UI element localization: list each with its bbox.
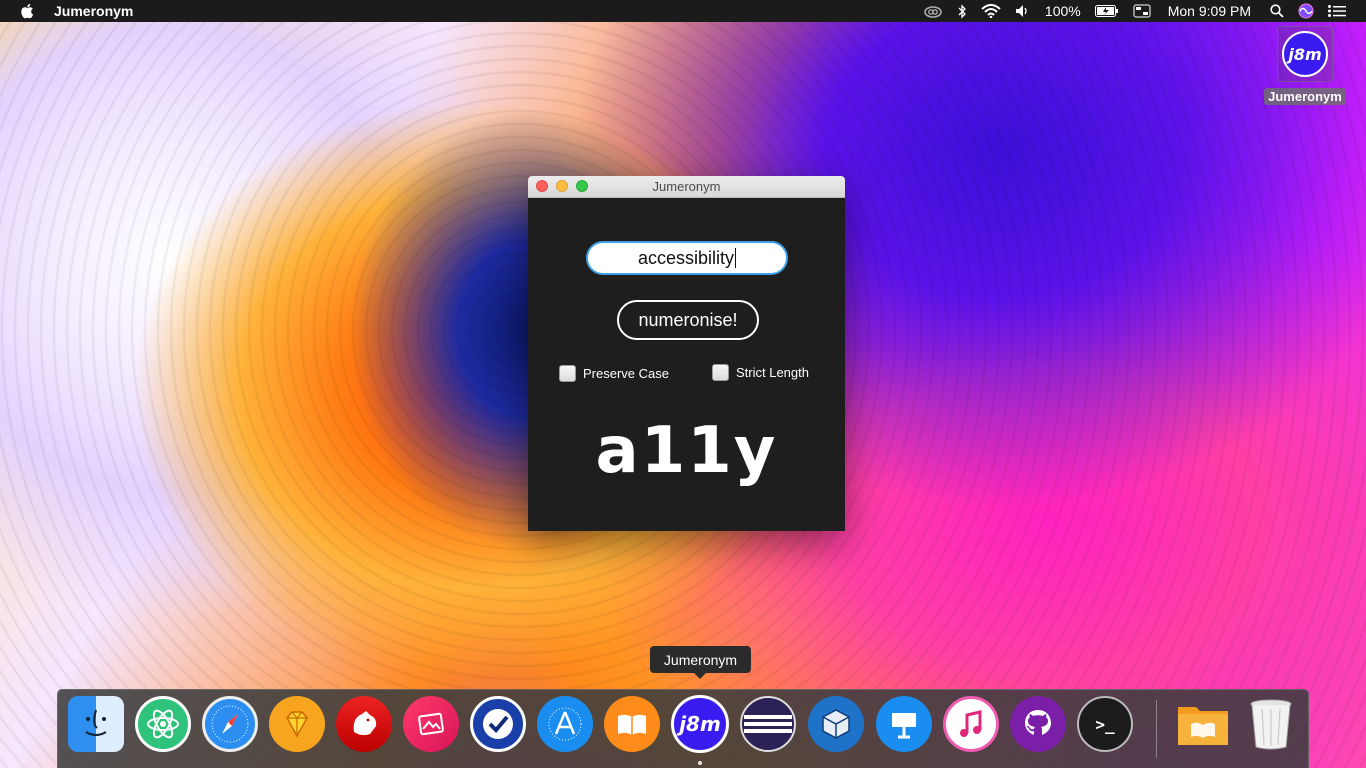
- creative-cloud-icon[interactable]: [923, 4, 943, 18]
- dock-jumeronym[interactable]: j8m: [671, 695, 729, 753]
- strict-length-label: Strict Length: [736, 365, 809, 380]
- battery-percent[interactable]: 100%: [1045, 3, 1081, 19]
- dock-keynote[interactable]: [876, 696, 932, 752]
- sketch-diamond-icon: [286, 711, 308, 738]
- notification-center-icon[interactable]: [1328, 5, 1346, 17]
- folder-icon: [1178, 707, 1228, 745]
- numeronise-button[interactable]: numeronise!: [617, 300, 759, 340]
- checkmark-circle-icon: [483, 709, 513, 739]
- menu-bar: Jumeronym 100% Mon 9:09 PM: [0, 0, 1366, 22]
- dock-app-store[interactable]: [537, 696, 593, 752]
- volume-icon[interactable]: [1015, 4, 1031, 18]
- cube-icon: [822, 709, 850, 739]
- app-menu-title[interactable]: Jumeronym: [54, 3, 133, 19]
- wifi-icon[interactable]: [981, 4, 1001, 18]
- apple-icon[interactable]: [20, 3, 36, 19]
- dock-trash[interactable]: [1243, 696, 1299, 752]
- keyboard-shortcut-icon[interactable]: [1133, 4, 1151, 18]
- close-window-button[interactable]: [536, 180, 548, 192]
- minimize-window-button[interactable]: [556, 180, 568, 192]
- text-caret: [735, 248, 737, 268]
- preserve-case-checkbox-box[interactable]: [559, 365, 576, 382]
- word-input[interactable]: accessibility: [586, 241, 788, 275]
- preserve-case-checkbox[interactable]: Preserve Case: [559, 365, 669, 382]
- terminal-prompt-icon: >_: [1095, 714, 1115, 734]
- siri-icon[interactable]: [1298, 3, 1314, 19]
- dock-tooltip: Jumeronym: [650, 646, 751, 679]
- desktop-icon-jumeronym[interactable]: j8m Jumeronym: [1262, 26, 1348, 106]
- app-store-icon: [548, 707, 582, 741]
- running-indicator: [698, 761, 702, 765]
- desktop-icon-selection: j8m: [1277, 26, 1333, 82]
- dock-itunes[interactable]: [943, 696, 999, 752]
- dock-separator: [1156, 700, 1157, 758]
- finder-icon: [85, 709, 107, 736]
- github-octocat-icon: [1025, 710, 1051, 735]
- trash-icon: [1250, 699, 1292, 750]
- word-input-value: accessibility: [637, 247, 735, 268]
- dock-photo-editor[interactable]: [403, 696, 459, 752]
- dock-books[interactable]: [604, 696, 660, 752]
- battery-icon[interactable]: [1094, 5, 1119, 17]
- safari-compass-icon: [211, 705, 249, 743]
- zoom-window-button[interactable]: [576, 180, 588, 192]
- dock-sketch[interactable]: [269, 696, 325, 752]
- dock-github-desktop[interactable]: [1010, 696, 1066, 752]
- window-titlebar[interactable]: Jumeronym: [528, 176, 845, 198]
- photo-editor-icon: [418, 712, 444, 736]
- menu-clock[interactable]: Mon 9:09 PM: [1168, 3, 1251, 19]
- dock-bear[interactable]: [336, 696, 392, 752]
- spotlight-search-icon[interactable]: [1270, 4, 1284, 18]
- open-book-icon: [618, 714, 646, 735]
- dock-terminal[interactable]: >_: [1077, 696, 1133, 752]
- dock-eclipse[interactable]: [740, 696, 796, 752]
- dock: j8m >_: [57, 689, 1309, 768]
- preserve-case-label: Preserve Case: [583, 366, 669, 381]
- music-note-icon: [960, 710, 982, 737]
- dock-atom[interactable]: [135, 696, 191, 752]
- keynote-podium-icon: [892, 713, 916, 739]
- j8m-app-icon: j8m: [1282, 31, 1328, 77]
- strict-length-checkbox-box[interactable]: [712, 364, 729, 381]
- numeronym-result: a11y: [595, 414, 778, 488]
- jumeronym-window: Jumeronym accessibility numeronise! Pres…: [528, 176, 845, 531]
- dock-downloads-folder[interactable]: [1175, 696, 1231, 752]
- strict-length-checkbox[interactable]: Strict Length: [712, 364, 809, 381]
- dock-finder[interactable]: [68, 696, 124, 752]
- bluetooth-icon[interactable]: [957, 3, 967, 19]
- bear-icon: [353, 711, 377, 736]
- dock-omnifocus[interactable]: [470, 696, 526, 752]
- atom-icon: [147, 709, 179, 739]
- dock-virtualbox[interactable]: [808, 696, 864, 752]
- desktop-icon-label: Jumeronym: [1264, 88, 1346, 105]
- eclipse-icon: [744, 715, 792, 733]
- dock-safari[interactable]: [202, 696, 258, 752]
